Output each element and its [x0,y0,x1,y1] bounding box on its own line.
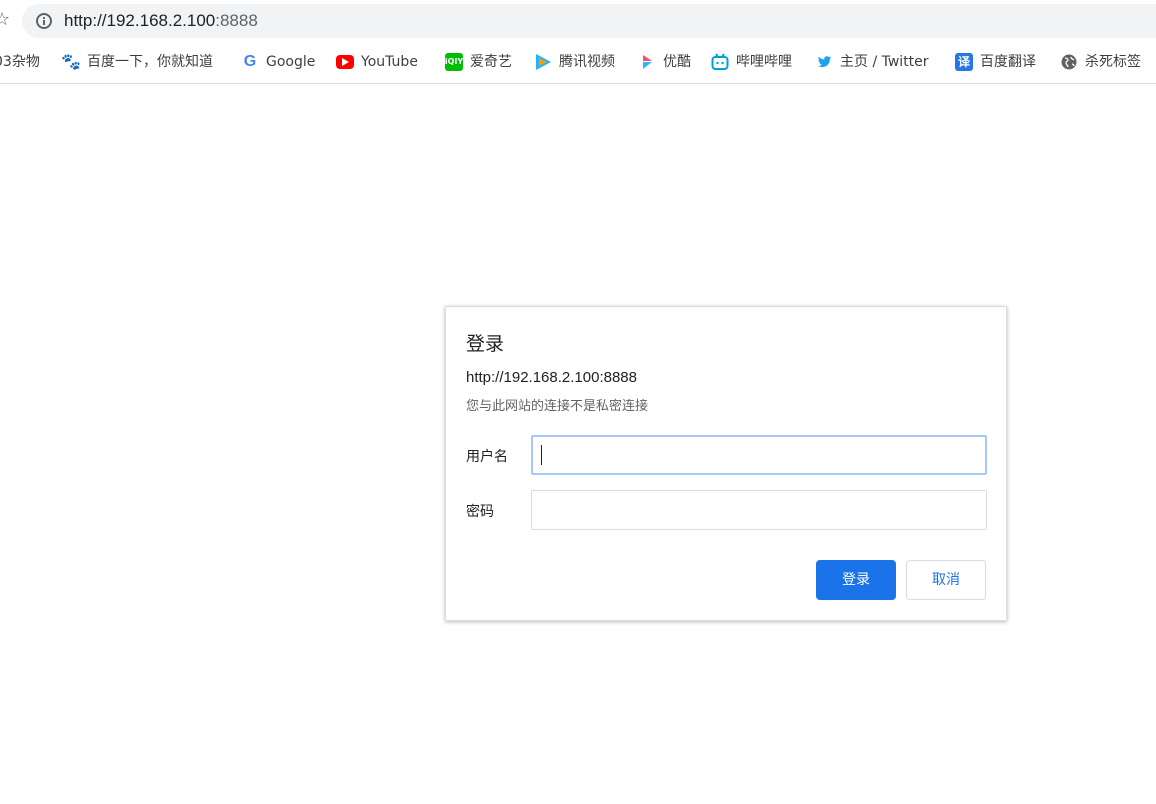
text-caret [541,445,542,465]
bookmark-label: Google [266,54,316,70]
password-input[interactable] [531,490,987,530]
google-icon: G [243,53,257,70]
twitter-icon [815,53,833,71]
youtube-icon [336,55,354,69]
connection-warning: 您与此网站的连接不是私密连接 [466,399,649,414]
login-dialog: 登录 http://192.168.2.100:8888 您与此网站的连接不是私… [445,306,1007,621]
bookmark-twitter[interactable]: 主页 / Twitter [815,51,929,73]
bookmark-label: 腾讯视频 [559,54,615,70]
tencent-video-icon [534,53,552,71]
bookmark-label: 主页 / Twitter [840,54,929,70]
cancel-button[interactable]: 取消 [906,560,986,600]
dialog-title: 登录 [466,333,505,355]
bookmark-bilibili[interactable]: 哔哩哔哩 [711,51,792,73]
bookmark-baidu[interactable]: 🐾 百度一下，你就知道 [61,51,213,73]
address-bar[interactable]: http://192.168.2.100:8888 [22,4,1156,38]
password-label: 密码 [466,504,494,520]
globe-icon [1060,53,1078,71]
site-info-icon[interactable] [36,13,52,29]
bookmark-label: 百度翻译 [980,54,1036,70]
bookmark-label: 百度一下，你就知道 [87,54,213,70]
iqiyi-icon: iQIY [445,53,463,71]
bookmark-label: 爱奇艺 [470,54,512,70]
bookmark-kill-tabs[interactable]: 杀死标签 [1060,51,1141,73]
bookmark-youku[interactable]: 优酷 [638,51,691,73]
address-url[interactable]: http://192.168.2.100:8888 [64,10,258,32]
browser-toolbar: ☆ http://192.168.2.100:8888 [0,0,1156,42]
bookmark-star-icon[interactable]: ☆ [0,10,10,30]
username-input[interactable] [531,435,987,475]
bookmark-youtube[interactable]: YouTube [336,51,418,73]
bookmark-label: 03杂物 [0,54,40,70]
bookmark-label: 哔哩哔哩 [736,54,792,70]
youku-icon [638,53,656,71]
bookmark-label: 优酷 [663,54,691,70]
login-button[interactable]: 登录 [816,560,896,600]
bookmark-baidu-translate[interactable]: 译 百度翻译 [955,51,1036,73]
bookmark-iqiyi[interactable]: iQIY 爱奇艺 [445,51,512,73]
bookmark-tencent-video[interactable]: 腾讯视频 [534,51,615,73]
dialog-url: http://192.168.2.100:8888 [466,369,637,386]
username-label: 用户名 [466,449,508,465]
bookmark-folder-misc[interactable]: 03杂物 [0,51,40,73]
bookmark-label: YouTube [361,54,418,70]
bookmark-google[interactable]: G Google [241,51,316,73]
baidu-translate-icon: 译 [955,53,973,71]
baidu-icon: 🐾 [61,52,81,71]
bilibili-icon [711,53,729,71]
bookmarks-bar: 03杂物 🐾 百度一下，你就知道 G Google YouTube iQIY 爱… [0,42,1156,84]
bookmark-label: 杀死标签 [1085,54,1141,70]
